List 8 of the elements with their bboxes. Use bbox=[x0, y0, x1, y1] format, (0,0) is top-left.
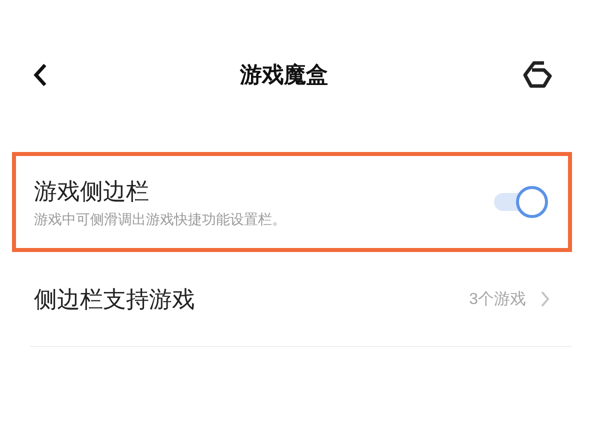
toggle-switch[interactable] bbox=[494, 186, 550, 218]
chevron-icon bbox=[540, 290, 550, 308]
setting-label: 游戏侧边栏 bbox=[34, 178, 150, 206]
page-title: 游戏魔盒 bbox=[240, 62, 328, 90]
setting-label: 侧边栏支持游戏 bbox=[34, 286, 195, 314]
back-icon[interactable] bbox=[32, 62, 48, 88]
games-count-link[interactable]: 3个游戏 bbox=[469, 288, 550, 310]
setting-description: 游戏中可侧滑调出游戏快捷功能设置栏。 bbox=[34, 210, 286, 228]
